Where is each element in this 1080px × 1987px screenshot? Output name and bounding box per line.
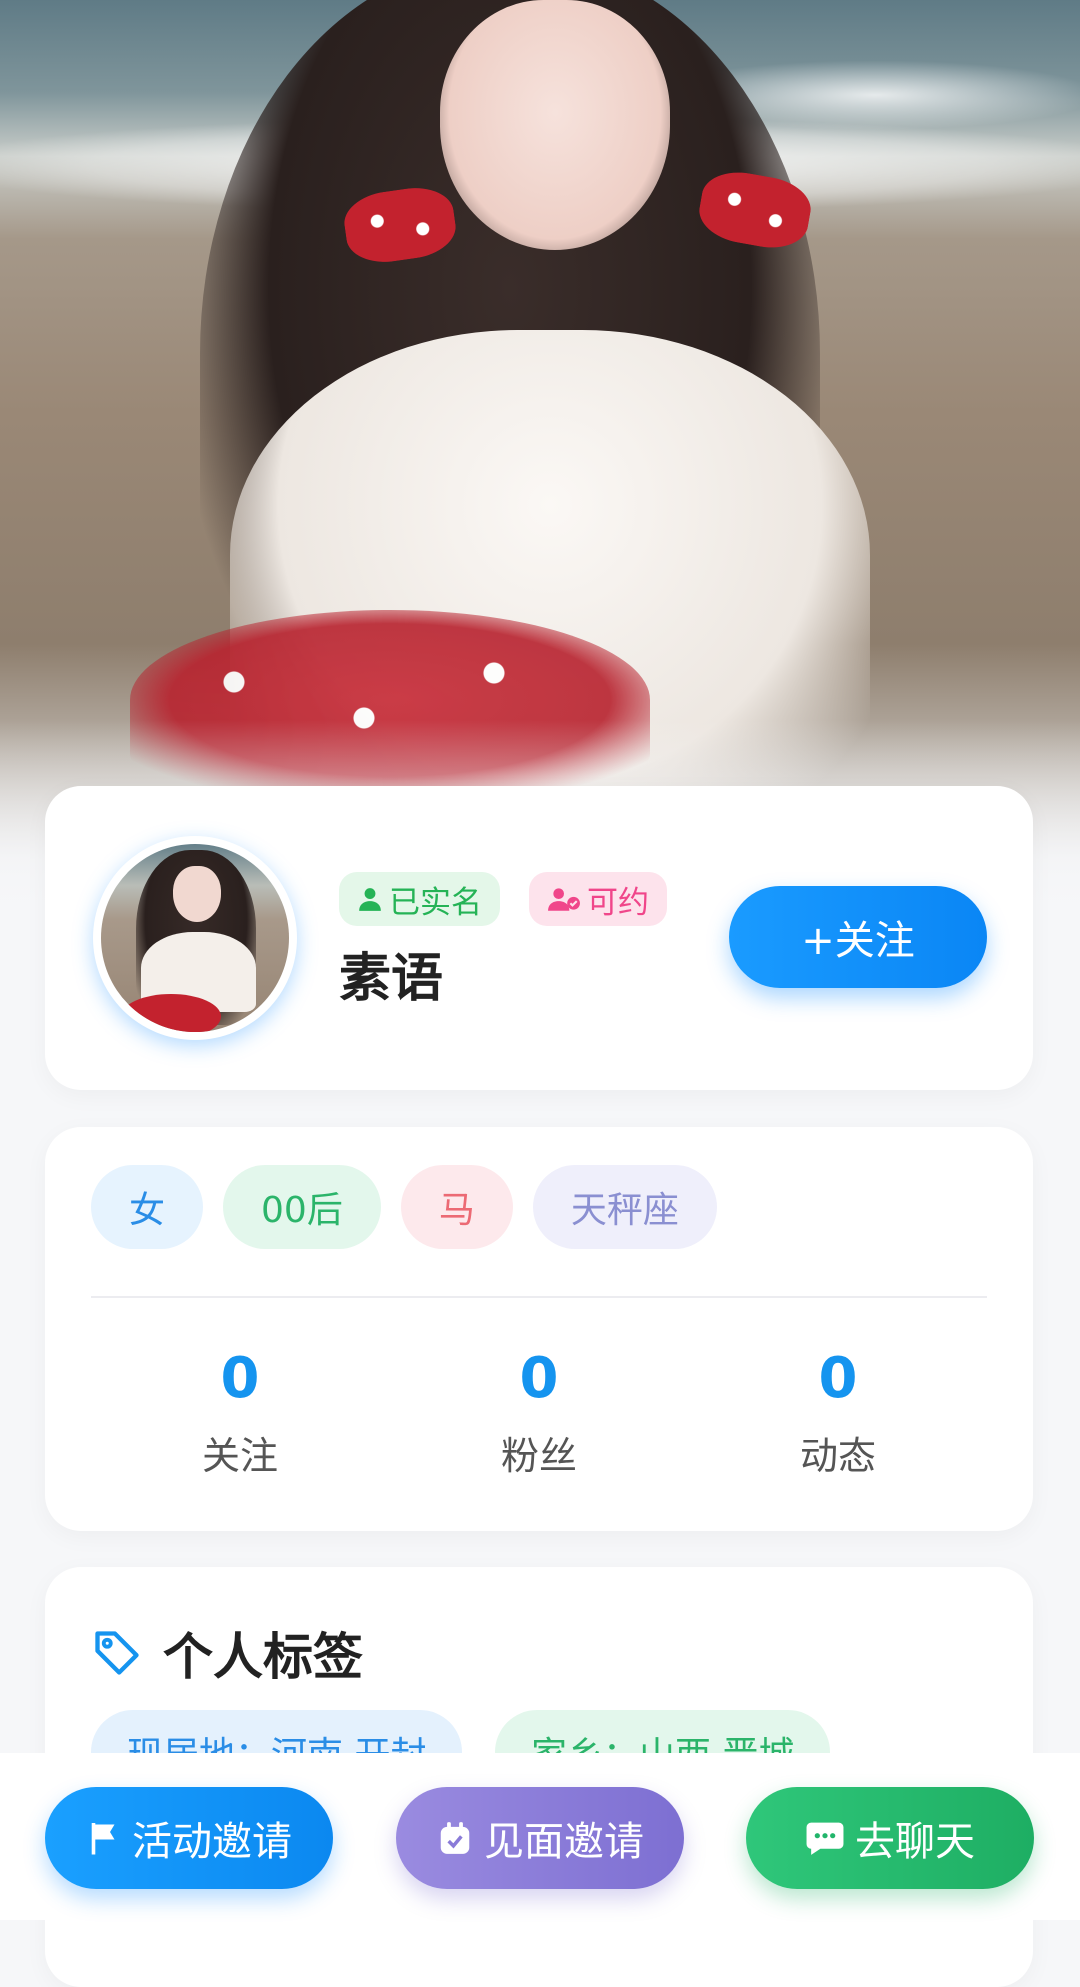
available-badge-label: 可约: [587, 884, 649, 921]
verified-badge: 已实名: [339, 872, 500, 926]
zodiac-chip: 马: [400, 1165, 513, 1249]
info-card: 女 00后 马 天秤座 0 关注 0 粉丝 0 动态: [45, 1127, 1033, 1531]
chat-label: 去聊天: [855, 1819, 975, 1865]
chat-button[interactable]: 去聊天: [746, 1787, 1034, 1889]
meet-invite-button[interactable]: 见面邀请: [396, 1787, 684, 1889]
tag-icon: [95, 1631, 139, 1675]
activity-invite-button[interactable]: 活动邀请: [45, 1787, 333, 1889]
divider: [91, 1296, 987, 1298]
profile-card: 已实名 可约 素语 +关注: [45, 786, 1033, 1090]
fans-label: 粉丝: [500, 1434, 577, 1478]
nickname: 素语: [339, 949, 444, 1009]
available-badge: 可约: [529, 872, 667, 926]
tags-title: 个人标签: [163, 1628, 363, 1686]
avatar[interactable]: [93, 836, 297, 1040]
gender-chip: 女: [91, 1165, 204, 1249]
tags-header: 个人标签: [91, 1617, 363, 1689]
meet-invite-label: 见面邀请: [484, 1819, 644, 1865]
activity-invite-label: 活动邀请: [132, 1819, 292, 1865]
user-check-icon: [548, 888, 580, 911]
fans-stat[interactable]: 0 粉丝: [429, 1347, 649, 1480]
user-icon: [359, 888, 381, 911]
posts-label: 动态: [799, 1434, 876, 1478]
posts-stat[interactable]: 0 动态: [728, 1347, 948, 1480]
follow-button[interactable]: +关注: [729, 886, 987, 988]
age-group-chip: 00后: [223, 1165, 381, 1249]
constellation-chip: 天秤座: [532, 1165, 717, 1249]
chat-bubble-icon: [806, 1822, 844, 1855]
following-label: 关注: [201, 1434, 278, 1478]
cover-photo: [0, 0, 1080, 920]
bottom-action-bar: 活动邀请 见面邀请 去聊天: [0, 1753, 1080, 1920]
following-stat[interactable]: 0 关注: [130, 1347, 350, 1480]
posts-count: 0: [818, 1346, 858, 1411]
verified-badge-label: 已实名: [389, 884, 482, 921]
attribute-chips: 女 00后 马 天秤座: [91, 1165, 717, 1249]
following-count: 0: [220, 1346, 260, 1411]
fans-count: 0: [519, 1346, 559, 1411]
calendar-check-icon: [440, 1822, 470, 1854]
flag-icon: [91, 1823, 115, 1855]
